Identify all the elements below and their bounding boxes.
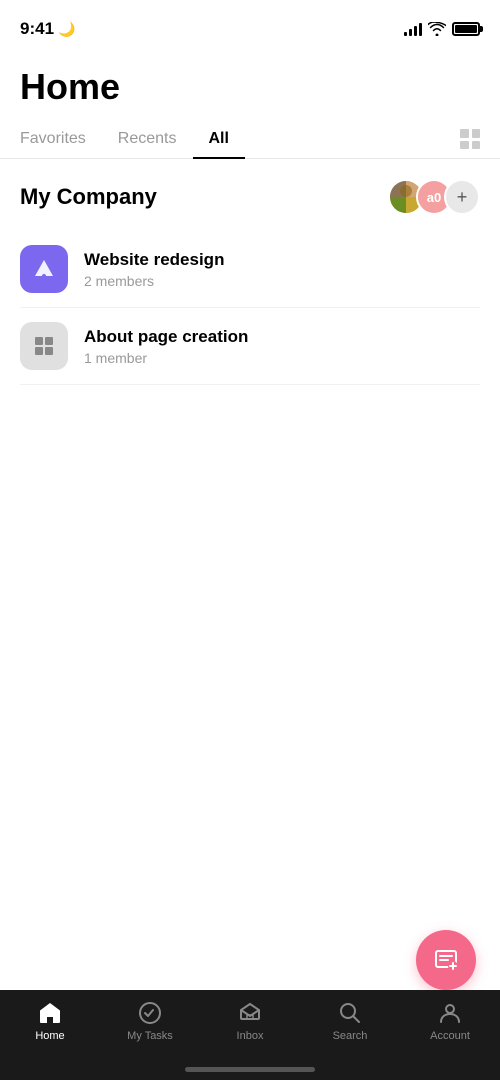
avatar-add[interactable]: +	[444, 179, 480, 215]
project-members-about: 1 member	[84, 350, 480, 366]
tab-bar: Home My Tasks Inbox Search Account	[0, 990, 500, 1080]
project-item-website[interactable]: Website redesign 2 members	[20, 231, 480, 308]
home-indicator	[185, 1067, 315, 1072]
moon-icon: 🌙	[58, 21, 75, 38]
tab-all[interactable]: All	[193, 120, 245, 158]
status-icons	[404, 22, 480, 36]
tab-bar-home-label: Home	[35, 1030, 64, 1042]
project-name-about: About page creation	[84, 327, 480, 347]
tab-bar-inbox[interactable]: Inbox	[200, 1000, 300, 1042]
tab-recents[interactable]: Recents	[102, 120, 193, 158]
tab-bar-mytasks-label: My Tasks	[127, 1030, 173, 1042]
project-name-website: Website redesign	[84, 250, 480, 270]
section-title: My Company	[20, 184, 157, 210]
project-info-about: About page creation 1 member	[84, 327, 480, 366]
avatar-add-label: +	[457, 187, 468, 208]
project-item-about[interactable]: About page creation 1 member	[20, 308, 480, 385]
time-display: 9:41	[20, 19, 54, 39]
tab-bar-inbox-label: Inbox	[237, 1030, 264, 1042]
tab-bar-search-label: Search	[333, 1030, 368, 1042]
section-header: My Company a0	[20, 179, 480, 215]
avatars-group: a0 +	[388, 179, 480, 215]
page-title: Home	[0, 50, 500, 120]
tabs-bar: Favorites Recents All	[0, 120, 500, 159]
project-list: Website redesign 2 members About page cr…	[0, 231, 500, 385]
tab-bar-mytasks[interactable]: My Tasks	[100, 1000, 200, 1042]
project-icon-about	[20, 322, 68, 370]
wifi-icon	[428, 22, 446, 36]
status-bar: 9:41 🌙	[0, 0, 500, 50]
project-members-website: 2 members	[84, 273, 480, 289]
tab-bar-home[interactable]: Home	[0, 1000, 100, 1042]
grid-toggle-button[interactable]	[460, 129, 480, 149]
status-time: 9:41 🌙	[20, 19, 75, 39]
battery-icon	[452, 22, 480, 36]
tab-favorites[interactable]: Favorites	[20, 120, 102, 158]
project-info-website: Website redesign 2 members	[84, 250, 480, 289]
tab-bar-account-label: Account	[430, 1030, 470, 1042]
tab-bar-account[interactable]: Account	[400, 1000, 500, 1042]
tab-bar-search[interactable]: Search	[300, 1000, 400, 1042]
fab-button[interactable]	[416, 930, 476, 990]
signal-icon	[404, 22, 422, 36]
project-icon-website	[20, 245, 68, 293]
grid-icon	[460, 129, 480, 149]
main-content: Home Favorites Recents All My Company	[0, 50, 500, 990]
company-section: My Company a0	[0, 159, 500, 231]
